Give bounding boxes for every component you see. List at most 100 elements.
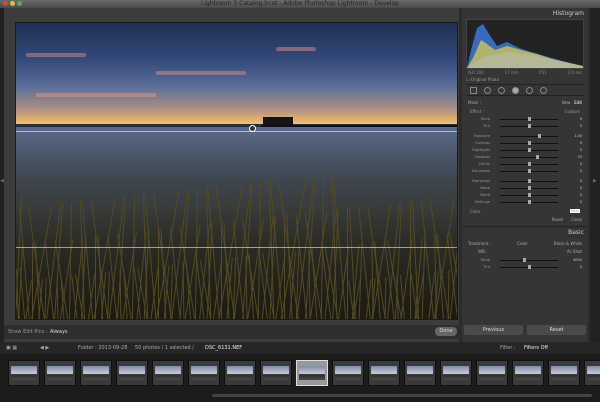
zoom-icon[interactable] — [17, 1, 22, 6]
slider-label: Temp — [480, 258, 490, 262]
histogram-header[interactable]: Histogram — [462, 8, 588, 19]
thumbnail-image — [155, 366, 181, 380]
slider-knob[interactable] — [528, 200, 531, 204]
slider-knob[interactable] — [528, 179, 531, 183]
filmstrip-thumbnail[interactable] — [224, 360, 256, 386]
filmstrip-thumbnail[interactable] — [260, 360, 292, 386]
filmstrip-thumbnail[interactable] — [152, 360, 184, 386]
done-button[interactable]: Done — [435, 327, 457, 336]
local-adjust-slider[interactable]: Clarity 0 — [468, 161, 582, 168]
filmstrip-thumbnail[interactable] — [404, 360, 436, 386]
filmstrip-thumbnail[interactable] — [476, 360, 508, 386]
slider-knob[interactable] — [528, 193, 531, 197]
local-adjust-slider[interactable]: Temp 0 — [468, 116, 582, 123]
slider-label: Shadows — [474, 155, 490, 159]
filmstrip-scrollbar[interactable] — [212, 394, 592, 397]
thumbnail-image — [227, 366, 253, 380]
local-adjust-slider[interactable]: Sharpness 0 — [468, 178, 582, 185]
crop-icon[interactable] — [470, 86, 477, 94]
panel-close-button[interactable]: Close — [571, 217, 582, 222]
image-area[interactable] — [4, 8, 459, 342]
color-swatch[interactable] — [570, 209, 580, 213]
slider-knob[interactable] — [528, 148, 531, 152]
basic-temp-slider[interactable]: Temp 4000 — [468, 257, 582, 264]
shutter-label: 2.0 sec — [567, 70, 582, 75]
grid-view-icon[interactable]: ▣ ▦ — [6, 345, 17, 351]
graduated-filter-line[interactable] — [16, 247, 457, 248]
filmstrip-thumbnail[interactable] — [8, 360, 40, 386]
filmstrip-thumbnail[interactable] — [296, 360, 328, 386]
file-name[interactable]: DSC_6131.NEF — [205, 345, 242, 351]
local-adjust-slider[interactable]: Highlights 0 — [468, 147, 582, 154]
slider-knob[interactable] — [538, 134, 542, 138]
basic-tint-slider[interactable]: Tint 0 — [468, 264, 582, 271]
filmstrip-thumbnail[interactable] — [44, 360, 76, 386]
mask-new-button[interactable]: New — [562, 100, 571, 105]
filmstrip-thumbnail[interactable] — [368, 360, 400, 386]
slider-knob[interactable] — [528, 186, 531, 190]
local-adjust-slider[interactable]: Exposure 1.00 — [468, 133, 582, 140]
slider-value: 0 — [579, 148, 582, 152]
minimize-icon[interactable] — [10, 1, 15, 6]
nav-arrows-icon[interactable]: ◀ ▶ — [40, 345, 49, 351]
adjustment-brush-icon[interactable] — [540, 86, 547, 94]
local-adjust-slider[interactable]: Shadows 33 — [468, 154, 582, 161]
local-adjust-slider[interactable]: Saturation 0 — [468, 168, 582, 175]
spot-removal-icon[interactable] — [484, 86, 491, 94]
treatment-bw-button[interactable]: Black & White — [554, 241, 582, 246]
photo-preview[interactable] — [15, 22, 458, 320]
slider-knob[interactable] — [535, 155, 539, 159]
edit-pins-select[interactable]: Always — [50, 329, 68, 335]
radial-filter-icon[interactable] — [526, 86, 533, 94]
graduated-filter-icon[interactable] — [512, 86, 519, 94]
window-controls[interactable] — [3, 1, 22, 6]
slider-knob[interactable] — [528, 117, 531, 121]
close-icon[interactable] — [3, 1, 8, 6]
thumbnail-image — [191, 366, 217, 380]
filmstrip-thumbnail[interactable] — [440, 360, 472, 386]
slider-value: 33 — [577, 155, 582, 159]
cloud — [156, 71, 246, 75]
slider-knob[interactable] — [528, 141, 531, 145]
filmstrip-bar: ▣ ▦ ◀ ▶ Folder : 2013-09-28 50 photos / … — [0, 342, 600, 354]
red-eye-icon[interactable] — [498, 86, 505, 94]
basic-header[interactable]: Basic — [462, 227, 588, 238]
slider-knob[interactable] — [528, 124, 531, 128]
thumbnail-image — [407, 366, 433, 380]
slider-knob[interactable] — [528, 162, 531, 166]
nav-buttons: Previous Reset — [462, 324, 588, 336]
reset-button[interactable]: Reset — [527, 325, 586, 335]
graduated-filter-line[interactable] — [16, 131, 457, 132]
local-adjust-slider[interactable]: Defringe 0 — [468, 199, 582, 206]
wb-select[interactable]: As Shot — [567, 249, 582, 254]
slider-value: 1.00 — [574, 134, 582, 138]
thumbnail-image — [371, 366, 397, 380]
previous-button[interactable]: Previous — [464, 325, 523, 335]
filmstrip-thumbnail[interactable] — [584, 360, 600, 386]
mask-edit-button[interactable]: Edit — [574, 100, 582, 105]
right-panel-toggle[interactable]: ▶ — [590, 8, 600, 342]
slider-knob[interactable] — [528, 169, 531, 173]
filter-select[interactable]: Filters Off — [524, 345, 548, 351]
local-adjust-slider[interactable]: Contrast 0 — [468, 140, 582, 147]
slider-knob[interactable] — [523, 258, 526, 262]
treatment-color-button[interactable]: Color — [517, 241, 527, 246]
filmstrip-thumbnail[interactable] — [188, 360, 220, 386]
effect-select[interactable]: Custom — [565, 109, 580, 114]
filmstrip-thumbnail[interactable] — [548, 360, 580, 386]
local-adjust-slider[interactable]: Noise 0 — [468, 185, 582, 192]
panel-reset-button[interactable]: Reset — [552, 217, 563, 222]
filmstrip-thumbnail[interactable] — [512, 360, 544, 386]
wb-row: WB : As Shot — [478, 249, 582, 254]
histogram[interactable] — [466, 19, 584, 69]
local-adjust-slider[interactable]: Tint 0 — [468, 123, 582, 130]
local-adjust-slider[interactable]: Moiré 0 — [468, 192, 582, 199]
filmstrip-thumbnail[interactable] — [332, 360, 364, 386]
edit-pin[interactable] — [249, 125, 256, 132]
mask-row: Mask : New Edit — [468, 100, 582, 105]
original-photo-checkbox[interactable]: ☐ Original Photo — [466, 77, 584, 82]
filmstrip-thumbnail[interactable] — [80, 360, 112, 386]
slider-knob[interactable] — [528, 265, 531, 269]
slider-track — [500, 136, 558, 137]
filmstrip-thumbnail[interactable] — [116, 360, 148, 386]
